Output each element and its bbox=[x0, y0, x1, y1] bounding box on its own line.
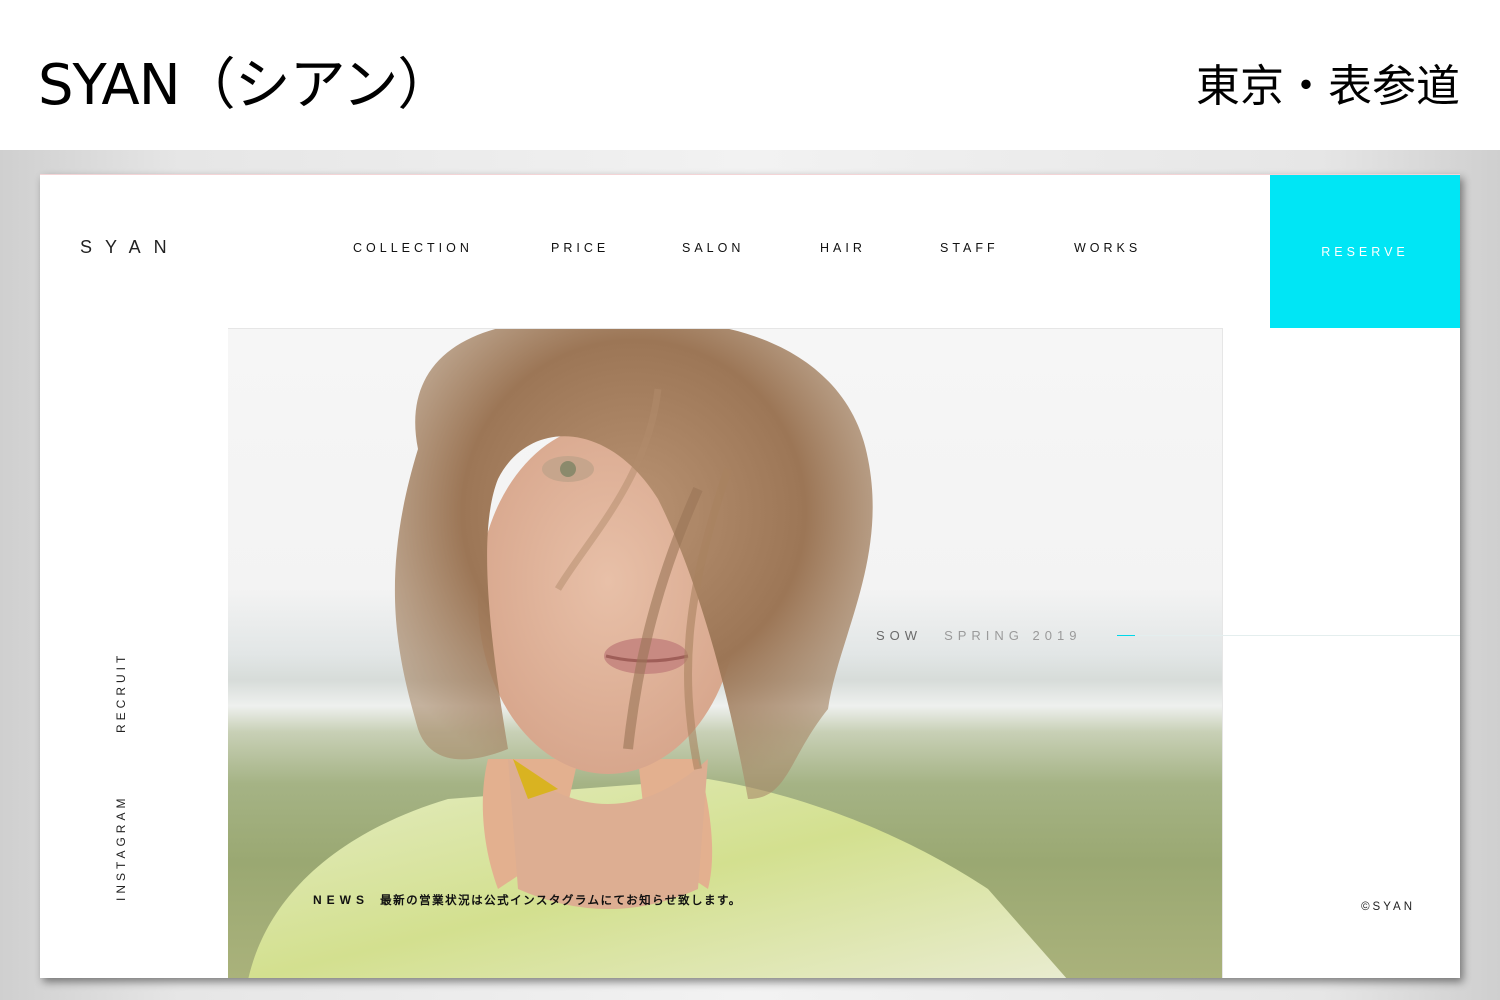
news-text: 最新の営業状況は公式インスタグラムにてお知らせ致します。 bbox=[380, 893, 742, 907]
news-ticker[interactable]: NEWS 最新の営業状況は公式インスタグラムにてお知らせ致します。 bbox=[313, 889, 742, 908]
hero-divider-accent bbox=[1117, 635, 1135, 636]
hero-caption: SOW SPRING 2019 bbox=[876, 628, 1081, 643]
website-screenshot: SYAN COLLECTION PRICE SALON HAIR STAFF W… bbox=[40, 174, 1460, 978]
nav-item-staff[interactable]: STAFF bbox=[940, 241, 999, 255]
page-header: SYAN（シアン） 東京・表参道 bbox=[0, 0, 1500, 150]
copyright-text: ©SYAN bbox=[1361, 901, 1415, 913]
nav-item-hair[interactable]: HAIR bbox=[820, 241, 866, 255]
hero-collection-name: SOW bbox=[876, 628, 923, 643]
hero-divider-line bbox=[1117, 635, 1460, 636]
nav-item-price[interactable]: PRICE bbox=[551, 241, 609, 255]
salon-title: SYAN（シアン） bbox=[38, 53, 453, 118]
nav-item-salon[interactable]: SALON bbox=[682, 241, 744, 255]
news-label: NEWS bbox=[313, 893, 369, 907]
salon-location: 東京・表参道 bbox=[1196, 61, 1460, 112]
site-logo[interactable]: SYAN bbox=[80, 237, 180, 258]
hero-image: SOW SPRING 2019 bbox=[228, 328, 1223, 978]
instagram-link[interactable]: INSTAGRAM bbox=[114, 795, 128, 901]
reserve-button[interactable]: RESERVE bbox=[1270, 175, 1460, 328]
recruit-link[interactable]: RECRUIT bbox=[114, 652, 128, 733]
reserve-label: RESERVE bbox=[1321, 244, 1409, 259]
hero-photo-illustration bbox=[248, 329, 1067, 978]
nav-item-collection[interactable]: COLLECTION bbox=[353, 241, 473, 255]
hero-season: SPRING 2019 bbox=[944, 628, 1082, 643]
nav-item-works[interactable]: WORKS bbox=[1074, 241, 1141, 255]
